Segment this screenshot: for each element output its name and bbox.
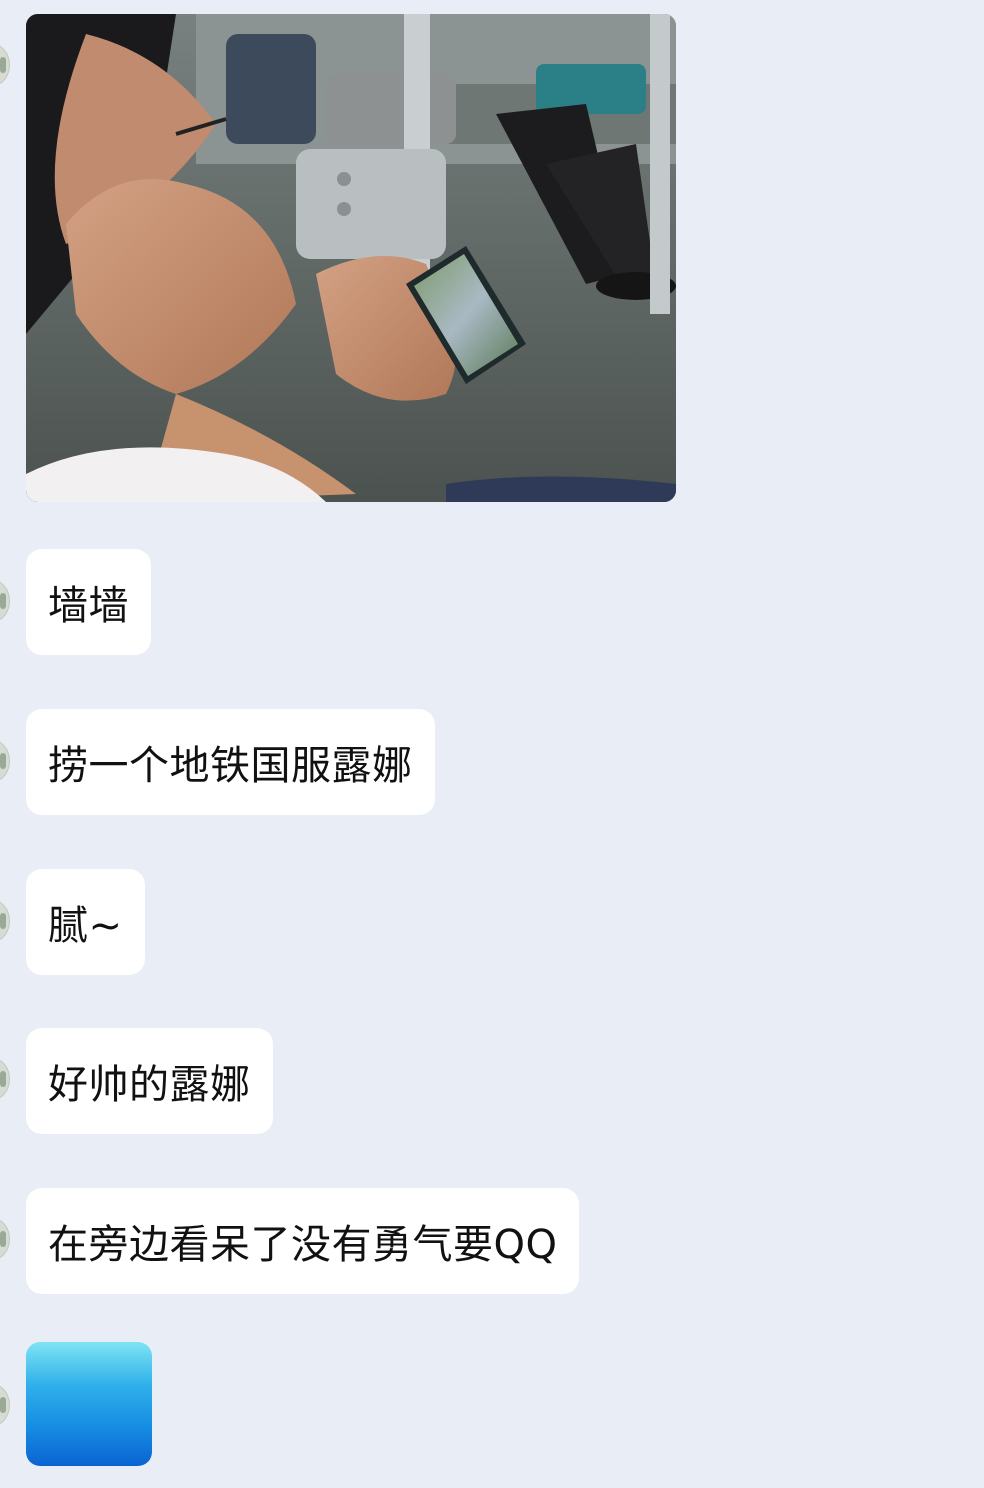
message-text: 在旁边看呆了没有勇气要QQ	[48, 1222, 558, 1268]
sender-avatar[interactable]	[0, 900, 10, 942]
image-message[interactable]	[26, 1342, 152, 1466]
sender-avatar[interactable]	[0, 1384, 10, 1426]
sender-avatar[interactable]	[0, 580, 10, 622]
photo-message[interactable]	[26, 14, 676, 502]
sender-avatar[interactable]	[0, 740, 10, 782]
text-message-bubble[interactable]: 腻~	[26, 869, 145, 975]
message-text: 腻~	[48, 903, 123, 949]
sender-avatar[interactable]	[0, 1058, 10, 1100]
text-message-bubble[interactable]: 在旁边看呆了没有勇气要QQ	[26, 1188, 580, 1294]
text-message-bubble[interactable]: 墙墙	[26, 549, 151, 655]
message-text: 墙墙	[48, 583, 129, 629]
message-text: 捞一个地铁国服露娜	[48, 743, 413, 789]
subway-photo-illustration	[26, 14, 676, 502]
text-message-bubble[interactable]: 捞一个地铁国服露娜	[26, 709, 435, 815]
sender-avatar[interactable]	[0, 1218, 10, 1260]
sender-avatar[interactable]	[0, 44, 10, 86]
text-message-bubble[interactable]: 好帅的露娜	[26, 1028, 273, 1134]
message-text: 好帅的露娜	[48, 1062, 251, 1108]
